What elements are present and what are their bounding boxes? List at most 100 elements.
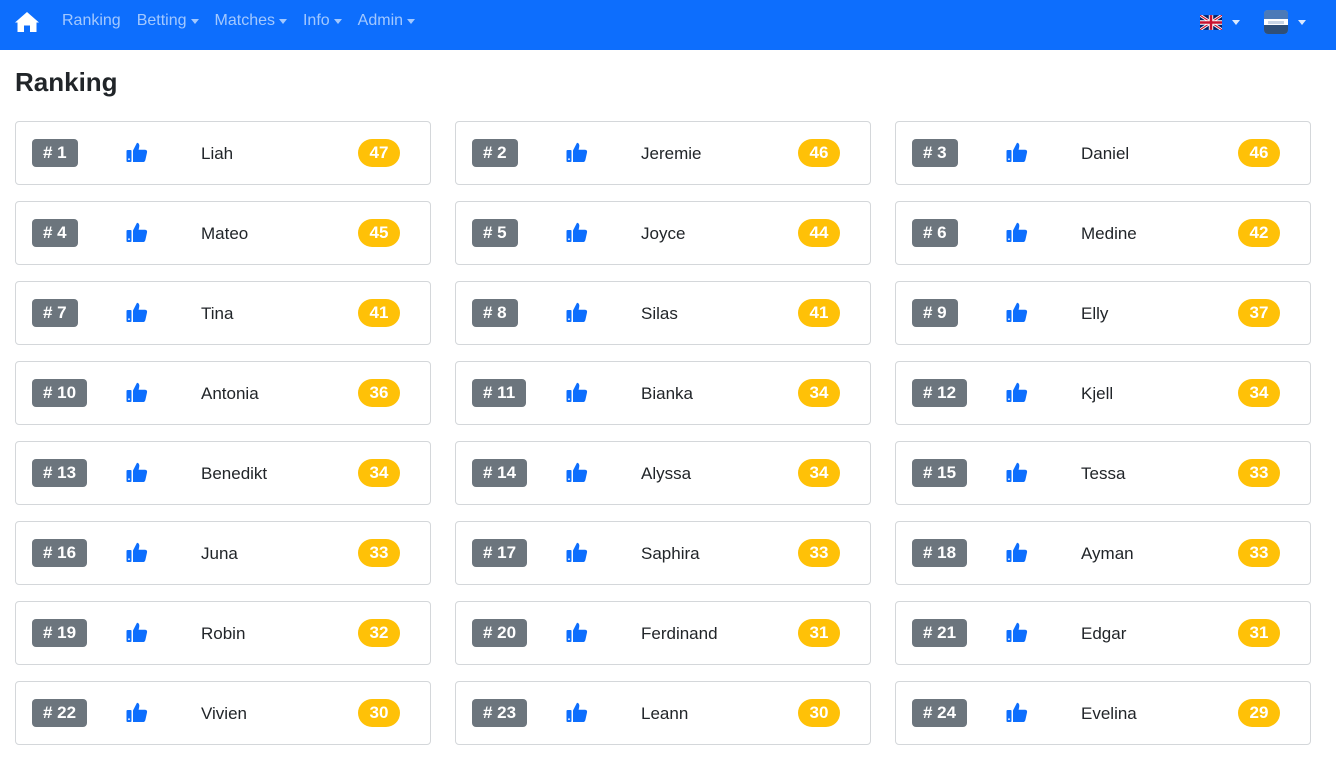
- navbar: Ranking Betting Matches Info Admin: [0, 0, 1336, 50]
- chevron-down-icon: [333, 18, 342, 24]
- navbar-right: [1200, 9, 1306, 35]
- rank-badge: # 4: [32, 219, 78, 247]
- home-icon[interactable]: [14, 11, 40, 33]
- ranking-card: # 9 Elly 37: [895, 281, 1311, 345]
- points-badge: 30: [358, 699, 400, 727]
- points-badge: 44: [798, 219, 840, 247]
- rank-badge: # 22: [32, 699, 88, 727]
- points-badge: 31: [798, 619, 840, 647]
- nav-item-label: Info: [302, 12, 330, 29]
- player-name: Tessa: [1081, 464, 1126, 483]
- ranking-card: # 2 Jeremie 46: [455, 121, 871, 185]
- thumbs-up-icon: [1006, 622, 1028, 642]
- nav-item-matches[interactable]: Matches: [215, 12, 287, 30]
- points-badge: 41: [798, 299, 840, 327]
- thumbs-up-icon: [126, 702, 148, 722]
- points-badge: 30: [798, 699, 840, 727]
- ranking-card: # 4 Mateo 45: [15, 201, 431, 265]
- rank-badge: # 13: [32, 459, 88, 487]
- rank-badge: # 23: [472, 699, 528, 727]
- rank-badge: # 7: [32, 299, 78, 327]
- player-name: Elly: [1081, 304, 1109, 323]
- thumbs-up-icon: [566, 382, 588, 402]
- page-title: Ranking: [15, 67, 118, 97]
- points-badge: 46: [1238, 139, 1280, 167]
- ranking-card: # 21 Edgar 31: [895, 601, 1311, 665]
- thumbs-up-icon: [1006, 222, 1028, 242]
- user-dropdown[interactable]: [1264, 10, 1306, 34]
- player-name: Bianka: [641, 384, 693, 403]
- rank-badge: # 20: [472, 619, 528, 647]
- points-badge: 33: [798, 539, 840, 567]
- rank-badge: # 16: [32, 539, 88, 567]
- points-badge: 46: [798, 139, 840, 167]
- nav-item-info[interactable]: Info: [303, 12, 342, 30]
- rank-badge: # 18: [912, 539, 968, 567]
- points-badge: 41: [358, 299, 400, 327]
- rank-badge: # 17: [472, 539, 528, 567]
- rank-badge: # 2: [472, 139, 518, 167]
- rank-badge: # 19: [32, 619, 88, 647]
- thumbs-up-icon: [126, 542, 148, 562]
- player-name: Leann: [641, 704, 689, 723]
- rank-badge: # 24: [912, 699, 968, 727]
- ranking-card: # 16 Juna 33: [15, 521, 431, 585]
- player-name: Joyce: [641, 224, 686, 243]
- thumbs-up-icon: [126, 382, 148, 402]
- player-name: Silas: [641, 304, 678, 323]
- nav-item-betting[interactable]: Betting: [137, 12, 199, 30]
- thumbs-up-icon: [1006, 462, 1028, 482]
- thumbs-up-icon: [566, 702, 588, 722]
- thumbs-up-icon: [126, 622, 148, 642]
- ranking-grid: # 1 Liah 47 # 2 Jeremie 46 # 3 Daniel 46 # 4 Mateo…: [15, 121, 1311, 745]
- thumbs-up-icon: [566, 222, 588, 242]
- player-name: Robin: [201, 624, 246, 643]
- points-badge: 31: [1238, 619, 1280, 647]
- language-dropdown[interactable]: [1200, 14, 1240, 30]
- points-badge: 29: [1238, 699, 1280, 727]
- ranking-card: # 13 Benedikt 34: [15, 441, 431, 505]
- nav-item-label: Betting: [136, 12, 187, 29]
- uk-flag-icon: [1200, 14, 1222, 30]
- nav-item-admin[interactable]: Admin: [357, 12, 416, 30]
- player-name: Daniel: [1081, 144, 1130, 163]
- chevron-down-icon: [190, 18, 199, 24]
- ranking-card: # 12 Kjell 34: [895, 361, 1311, 425]
- points-badge: 34: [358, 459, 400, 487]
- player-name: Juna: [201, 544, 238, 563]
- rank-badge: # 8: [472, 299, 518, 327]
- thumbs-up-icon: [1006, 302, 1028, 322]
- ranking-card: # 10 Antonia 36: [15, 361, 431, 425]
- ranking-card: # 5 Joyce 44: [455, 201, 871, 265]
- thumbs-up-icon: [566, 462, 588, 482]
- points-badge: 32: [358, 619, 400, 647]
- rank-badge: # 9: [912, 299, 958, 327]
- rank-badge: # 11: [472, 379, 527, 407]
- thumbs-up-icon: [126, 462, 148, 482]
- player-name: Vivien: [201, 704, 247, 723]
- ranking-card: # 18 Ayman 33: [895, 521, 1311, 585]
- player-name: Ayman: [1081, 544, 1134, 563]
- thumbs-up-icon: [566, 622, 588, 642]
- thumbs-up-icon: [126, 142, 148, 162]
- chevron-down-icon: [407, 18, 416, 24]
- ranking-card: # 3 Daniel 46: [895, 121, 1311, 185]
- rank-badge: # 6: [912, 219, 958, 247]
- player-name: Medine: [1081, 224, 1137, 243]
- player-name: Alyssa: [641, 464, 692, 483]
- ranking-card: # 17 Saphira 33: [455, 521, 871, 585]
- rank-badge: # 3: [912, 139, 958, 167]
- ranking-card: # 7 Tina 41: [15, 281, 431, 345]
- points-badge: 36: [358, 379, 400, 407]
- rank-badge: # 1: [32, 139, 78, 167]
- ranking-card: # 24 Evelina 29: [895, 681, 1311, 745]
- player-name: Evelina: [1081, 704, 1137, 723]
- player-name: Jeremie: [641, 144, 702, 163]
- points-badge: 47: [358, 139, 400, 167]
- nav-item-ranking[interactable]: Ranking: [62, 12, 121, 30]
- ranking-card: # 22 Vivien 30: [15, 681, 431, 745]
- points-badge: 34: [1238, 379, 1280, 407]
- nav-item-label: Admin: [357, 12, 404, 29]
- player-name: Kjell: [1081, 384, 1114, 403]
- rank-badge: # 15: [912, 459, 968, 487]
